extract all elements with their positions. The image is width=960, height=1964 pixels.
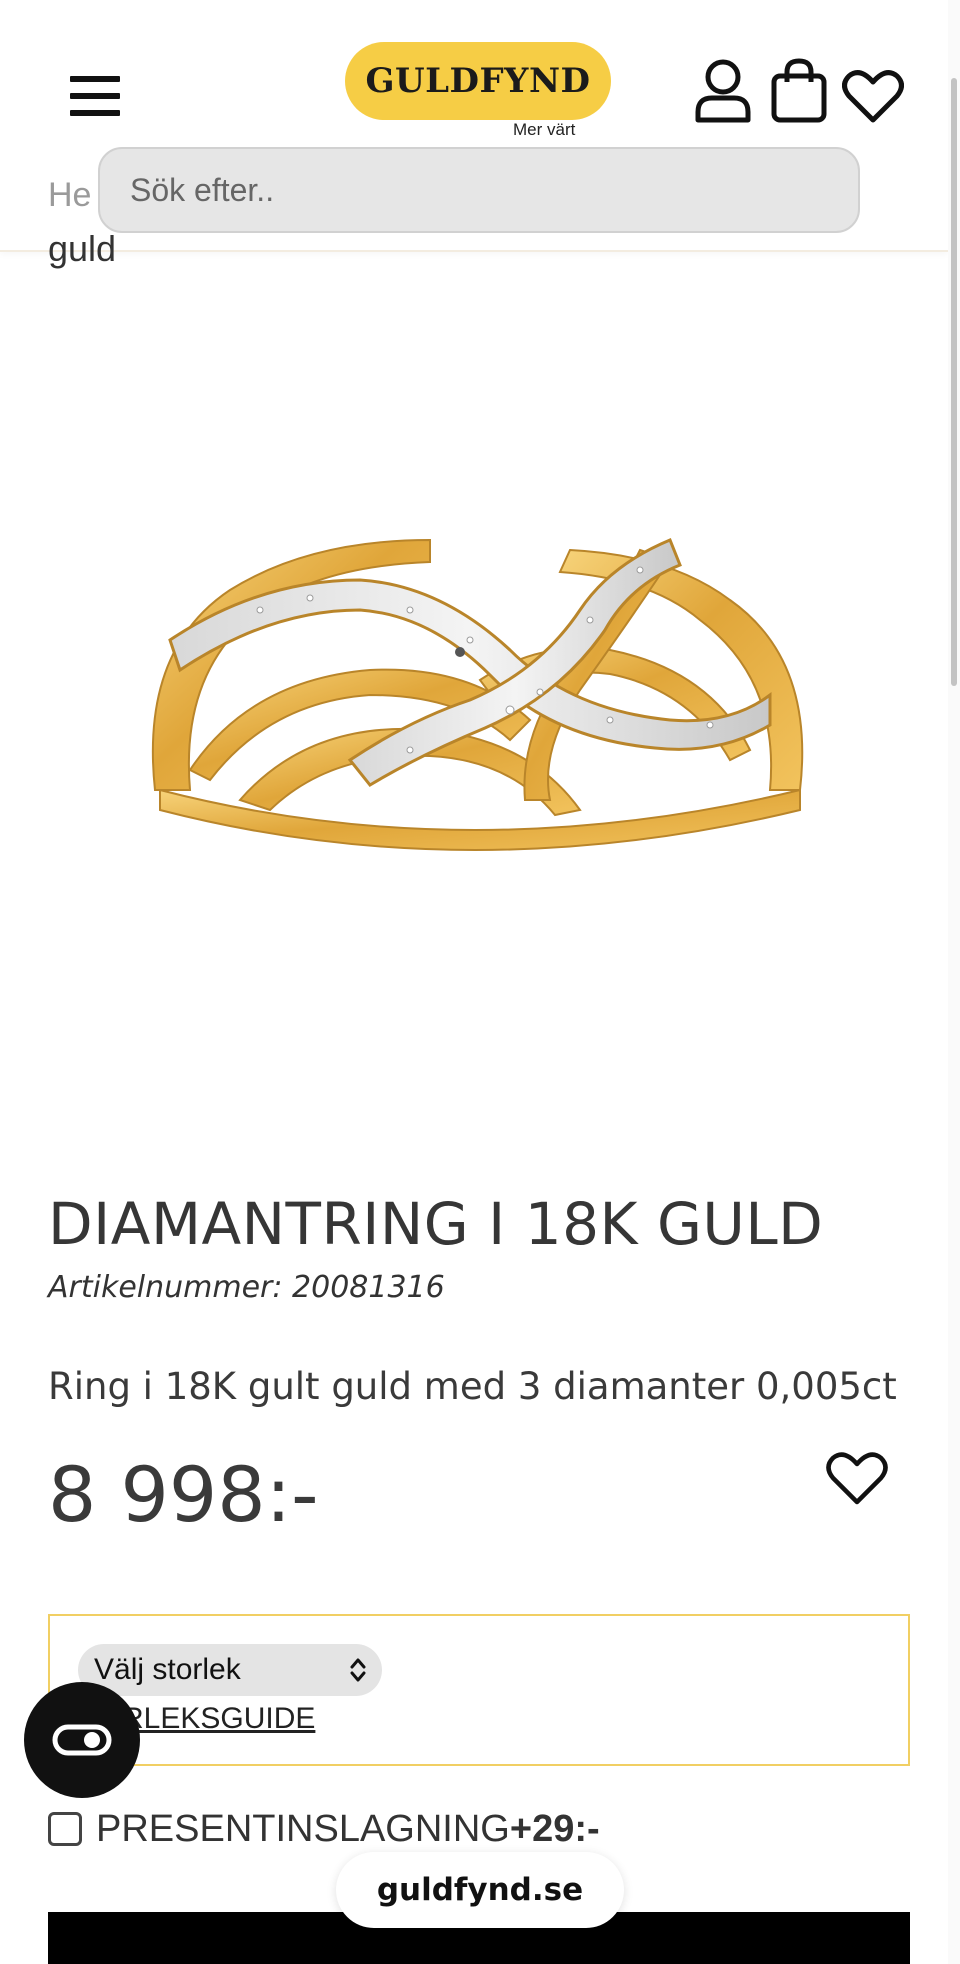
wishlist-heart-icon[interactable] [826, 1450, 888, 1510]
breadcrumb-current: guld [48, 228, 117, 269]
logo-badge: GULDFYND [345, 42, 611, 120]
gift-wrap-price: +29:- [509, 1807, 600, 1850]
accessibility-toggle-icon[interactable] [24, 1682, 140, 1798]
size-options-box: Välj storlek RLEKSGUIDE [48, 1614, 910, 1766]
logo[interactable]: GULDFYND Mer värt [345, 42, 613, 142]
logo-tagline: Mer värt [513, 120, 576, 139]
product-title: DIAMANTRING I 18K GULD [48, 1190, 824, 1258]
gift-wrap-option[interactable]: PRESENTINSLAGNING +29:- [48, 1804, 600, 1854]
size-select[interactable]: Välj storlek [78, 1644, 382, 1696]
search-input[interactable]: Sök efter.. [98, 147, 860, 233]
url-text: guldfynd.se [376, 1872, 584, 1908]
product-image[interactable] [110, 470, 830, 940]
search-placeholder: Sök efter.. [130, 171, 275, 208]
gift-wrap-label: PRESENTINSLAGNING [96, 1807, 510, 1850]
product-description: Ring i 18K gult guld med 3 diamanter 0,0… [48, 1365, 897, 1408]
logo-text: GULDFYND [365, 61, 591, 101]
scrollbar-thumb[interactable] [951, 78, 957, 686]
chevron-updown-icon [348, 1655, 368, 1693]
size-guide-link[interactable]: RLEKSGUIDE [122, 1702, 315, 1736]
site-header: GULDFYND Mer värt He Sök efter.. [0, 0, 948, 252]
breadcrumb[interactable]: He [48, 176, 91, 215]
user-icon[interactable] [694, 58, 752, 128]
menu-icon[interactable] [70, 74, 120, 118]
scrollbar[interactable] [948, 0, 960, 1964]
size-select-value: Välj storlek [94, 1653, 241, 1686]
heart-icon[interactable] [842, 70, 904, 128]
shopping-bag-icon[interactable] [770, 58, 828, 128]
product-price: 8 998:- [48, 1450, 319, 1539]
product-sku: Artikelnummer: 20081316 [48, 1270, 445, 1305]
gift-wrap-checkbox[interactable] [48, 1812, 82, 1846]
browser-url-bar[interactable]: guldfynd.se [336, 1852, 624, 1928]
